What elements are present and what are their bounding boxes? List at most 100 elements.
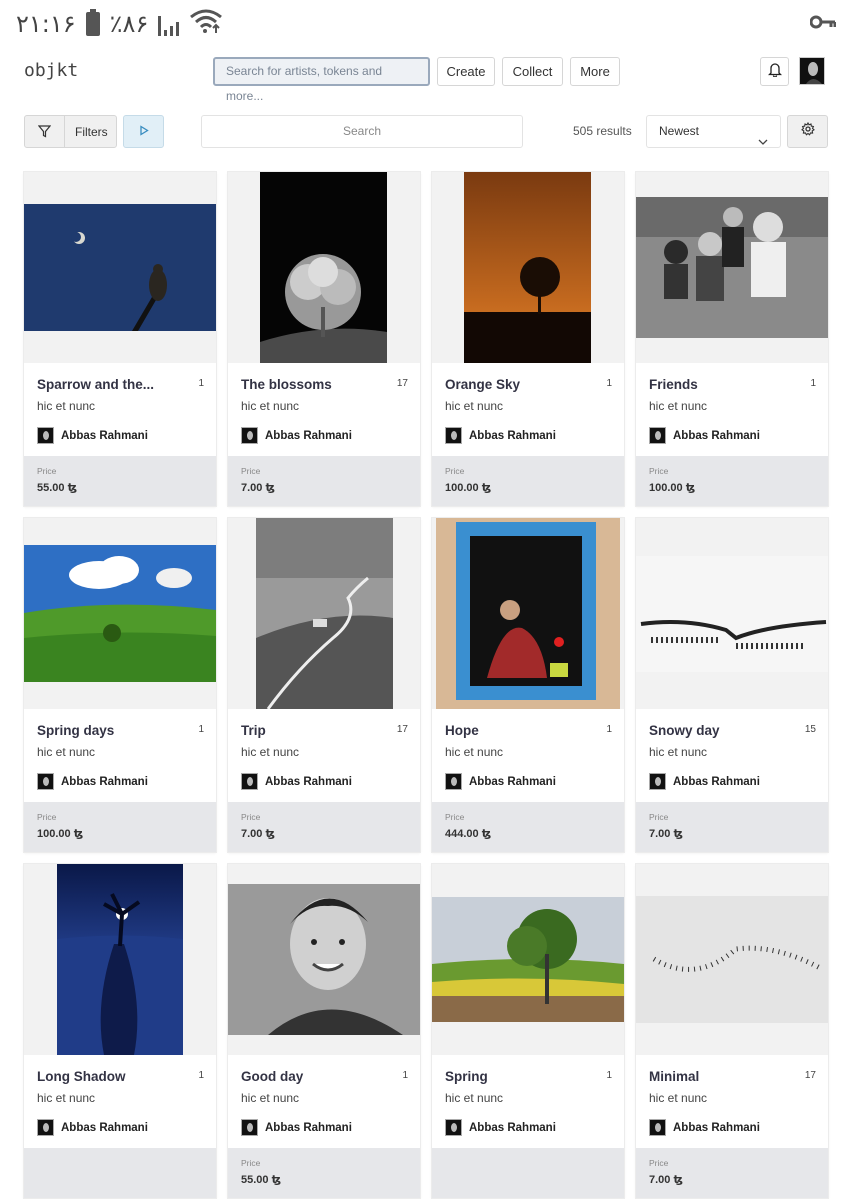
chevron-down-icon — [758, 127, 768, 158]
token-editions: 1 — [606, 1070, 612, 1081]
token-card[interactable]: Hope 1 hic et nunc Abbas Rahmani Price 44… — [432, 518, 624, 852]
artist-name: Abbas Rahmani — [265, 429, 352, 442]
create-button[interactable]: Create — [437, 57, 495, 86]
artist-link[interactable]: Abbas Rahmani — [241, 1119, 352, 1136]
user-avatar[interactable] — [799, 57, 825, 85]
price-footer: Price 7.00 ꜩ — [228, 802, 420, 852]
token-title[interactable]: Good day — [241, 1069, 371, 1084]
token-title[interactable]: Long Shadow — [37, 1069, 167, 1084]
artist-name: Abbas Rahmani — [265, 775, 352, 788]
artist-avatar — [649, 773, 666, 790]
token-card[interactable]: Spring days 1 hic et nunc Abbas Rahmani … — [24, 518, 216, 852]
artist-link[interactable]: Abbas Rahmani — [241, 773, 352, 790]
token-search-input[interactable]: Search — [201, 115, 523, 148]
artist-avatar — [445, 1119, 462, 1136]
token-title[interactable]: Orange Sky — [445, 377, 575, 392]
battery-percent: ٪۸۶ — [109, 9, 149, 38]
token-image[interactable] — [432, 864, 624, 1055]
price-label: Price — [37, 812, 57, 822]
price-value: 100.00 ꜩ — [445, 482, 492, 494]
token-card[interactable]: Minimal 17 hic et nunc Abbas Rahmani Pri… — [636, 864, 828, 1198]
token-card[interactable]: Friends 1 hic et nunc Abbas Rahmani Pric… — [636, 172, 828, 506]
artist-link[interactable]: Abbas Rahmani — [37, 427, 148, 444]
gear-icon — [800, 121, 815, 141]
token-title[interactable]: Friends — [649, 377, 779, 392]
price-value: 100.00 ꜩ — [649, 482, 696, 494]
token-platform: hic et nunc — [649, 745, 708, 759]
artist-link[interactable]: Abbas Rahmani — [649, 1119, 760, 1136]
token-platform: hic et nunc — [241, 745, 300, 759]
token-image[interactable] — [24, 172, 216, 363]
more-button[interactable]: More — [570, 57, 620, 86]
token-card[interactable]: Snowy day 15 hic et nunc Abbas Rahmani P… — [636, 518, 828, 852]
token-card[interactable]: Trip 17 hic et nunc Abbas Rahmani Price 7… — [228, 518, 420, 852]
token-platform: hic et nunc — [445, 745, 504, 759]
price-value: 7.00 ꜩ — [649, 828, 683, 840]
artist-name: Abbas Rahmani — [469, 429, 556, 442]
token-title[interactable]: The blossoms — [241, 377, 371, 392]
token-title[interactable]: Sparrow and the... — [37, 377, 167, 392]
notifications-button[interactable] — [760, 57, 789, 86]
key-icon — [809, 14, 837, 35]
filters-label: Filters — [75, 124, 108, 139]
token-editions: 1 — [606, 724, 612, 735]
token-editions: 1 — [810, 378, 816, 389]
price-label: Price — [37, 466, 57, 476]
token-title[interactable]: Trip — [241, 723, 371, 738]
token-card[interactable]: Good day 1 hic et nunc Abbas Rahmani Pri… — [228, 864, 420, 1198]
sort-value: Newest — [659, 124, 700, 138]
price-label: Price — [649, 1158, 669, 1168]
artist-avatar — [241, 773, 258, 790]
token-title[interactable]: Spring days — [37, 723, 167, 738]
token-image[interactable] — [636, 864, 828, 1055]
artist-name: Abbas Rahmani — [61, 429, 148, 442]
token-platform: hic et nunc — [241, 1091, 300, 1105]
token-editions: 1 — [402, 1070, 408, 1081]
token-image[interactable] — [228, 864, 420, 1055]
price-footer: Price 7.00 ꜩ — [228, 456, 420, 506]
logo[interactable]: objkt — [24, 60, 78, 81]
token-image[interactable] — [636, 172, 828, 363]
play-icon — [139, 123, 149, 141]
token-card[interactable]: The blossoms 17 hic et nunc Abbas Rahman… — [228, 172, 420, 506]
artist-link[interactable]: Abbas Rahmani — [445, 773, 556, 790]
price-label: Price — [241, 812, 261, 822]
token-image[interactable] — [24, 518, 216, 709]
artist-link[interactable]: Abbas Rahmani — [445, 1119, 556, 1136]
artist-avatar — [445, 773, 462, 790]
price-value: 444.00 ꜩ — [445, 828, 492, 840]
search-input[interactable]: Search for artists, tokens and more... — [213, 57, 430, 103]
price-footer — [24, 1148, 216, 1198]
artist-link[interactable]: Abbas Rahmani — [37, 773, 148, 790]
artist-link[interactable]: Abbas Rahmani — [37, 1119, 148, 1136]
token-title[interactable]: Hope — [445, 723, 575, 738]
token-image[interactable] — [636, 518, 828, 709]
token-editions: 1 — [198, 1070, 204, 1081]
artist-link[interactable]: Abbas Rahmani — [445, 427, 556, 444]
token-editions: 1 — [606, 378, 612, 389]
filters-button[interactable]: Filters — [24, 115, 117, 148]
artist-link[interactable]: Abbas Rahmani — [241, 427, 352, 444]
artist-link[interactable]: Abbas Rahmani — [649, 427, 760, 444]
collect-button[interactable]: Collect — [502, 57, 563, 86]
token-image[interactable] — [24, 864, 216, 1055]
token-title[interactable]: Spring — [445, 1069, 575, 1084]
token-image[interactable] — [432, 172, 624, 363]
sort-select[interactable]: Newest — [646, 115, 781, 148]
token-image[interactable] — [228, 518, 420, 709]
token-platform: hic et nunc — [37, 399, 96, 413]
settings-button[interactable] — [787, 115, 828, 148]
price-value: 100.00 ꜩ — [37, 828, 84, 840]
token-card[interactable]: Orange Sky 1 hic et nunc Abbas Rahmani P… — [432, 172, 624, 506]
price-value: 55.00 ꜩ — [241, 1174, 282, 1186]
play-button[interactable] — [123, 115, 164, 148]
token-title[interactable]: Minimal — [649, 1069, 779, 1084]
artist-link[interactable]: Abbas Rahmani — [649, 773, 760, 790]
token-card[interactable]: Long Shadow 1 hic et nunc Abbas Rahmani — [24, 864, 216, 1198]
token-card[interactable]: Sparrow and the... 1 hic et nunc Abbas R… — [24, 172, 216, 506]
token-image[interactable] — [228, 172, 420, 363]
filter-icon — [25, 116, 65, 147]
token-card[interactable]: Spring 1 hic et nunc Abbas Rahmani — [432, 864, 624, 1198]
token-title[interactable]: Snowy day — [649, 723, 779, 738]
token-image[interactable] — [432, 518, 624, 709]
